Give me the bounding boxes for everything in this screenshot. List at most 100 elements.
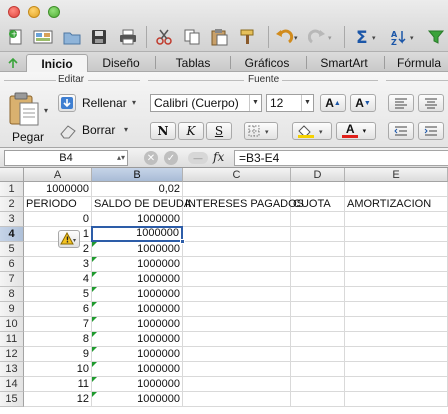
paste-icon[interactable] — [206, 26, 232, 48]
error-indicator-icon[interactable] — [92, 287, 97, 292]
cell-b6[interactable]: 1000000 — [92, 257, 183, 272]
error-indicator-icon[interactable] — [92, 347, 97, 352]
cell-d12[interactable] — [291, 347, 345, 362]
row-header[interactable]: 14 — [0, 377, 24, 392]
cell-d4[interactable] — [291, 227, 345, 242]
error-indicator-icon[interactable] — [92, 377, 97, 382]
row-header[interactable]: 2 — [0, 197, 24, 212]
cell-e9[interactable] — [345, 302, 448, 317]
cell-d1[interactable] — [291, 182, 345, 197]
row-header[interactable]: 8 — [0, 287, 24, 302]
row-header[interactable]: 9 — [0, 302, 24, 317]
formula-input[interactable]: =B3-E4 — [234, 150, 448, 166]
cell-a13[interactable]: 10 — [24, 362, 92, 377]
open-folder-icon[interactable] — [60, 26, 84, 48]
copy-icon[interactable] — [180, 26, 204, 48]
row-header[interactable]: 6 — [0, 257, 24, 272]
cell-a10[interactable]: 7 — [24, 317, 92, 332]
cell-b3[interactable]: 1000000 — [92, 212, 183, 227]
cell-e6[interactable] — [345, 257, 448, 272]
error-indicator-icon[interactable] — [92, 362, 97, 367]
cell-e1[interactable] — [345, 182, 448, 197]
tab-diseno[interactable]: Diseño — [90, 54, 152, 72]
cell-b4[interactable]: 1000000 — [91, 226, 183, 242]
cell-a6[interactable]: 3 — [24, 257, 92, 272]
spreadsheet-grid[interactable]: ! ▾ A B C D E 1 1000000 0,02 2 PERIODO SALDO DE DEU… — [0, 168, 448, 414]
tab-graficos[interactable]: Gráficos — [232, 54, 302, 72]
tab-tablas[interactable]: Tablas — [158, 54, 228, 72]
clear-label[interactable]: Borrar — [82, 123, 115, 137]
cell-d5[interactable] — [291, 242, 345, 257]
fill-down-icon[interactable] — [58, 94, 76, 112]
cell-c3[interactable] — [183, 212, 291, 227]
row-header[interactable]: 7 — [0, 272, 24, 287]
cancel-entry-icon[interactable]: ✕ — [144, 151, 158, 165]
fill-label[interactable]: Rellenar — [82, 96, 127, 110]
underline-button[interactable]: S — [206, 122, 232, 140]
close-window-button[interactable] — [8, 6, 20, 18]
row-header[interactable]: 13 — [0, 362, 24, 377]
cell-a11[interactable]: 8 — [24, 332, 92, 347]
cell-c11[interactable] — [183, 332, 291, 347]
cell-b9[interactable]: 1000000 — [92, 302, 183, 317]
column-header-a[interactable]: A — [24, 168, 92, 182]
cell-a2[interactable]: PERIODO — [24, 197, 92, 212]
indent-increase-button[interactable] — [418, 122, 444, 140]
name-box[interactable]: B4 ▴▾ — [4, 150, 128, 166]
grow-font-button[interactable]: A ▲ — [320, 94, 346, 112]
cell-d10[interactable] — [291, 317, 345, 332]
cell-c8[interactable] — [183, 287, 291, 302]
fill-handle[interactable] — [180, 239, 185, 244]
shrink-font-button[interactable]: A ▼ — [350, 94, 376, 112]
bold-button[interactable]: N — [150, 122, 176, 140]
undo-icon[interactable]: ▾ — [272, 26, 302, 48]
indent-decrease-button[interactable] — [388, 122, 414, 140]
column-header-e[interactable]: E — [345, 168, 448, 182]
cell-b10[interactable]: 1000000 — [92, 317, 183, 332]
cut-icon[interactable] — [152, 26, 176, 48]
cell-c14[interactable] — [183, 377, 291, 392]
cell-b2[interactable]: SALDO DE DEUDA — [92, 197, 191, 212]
cell-e13[interactable] — [345, 362, 448, 377]
templates-icon[interactable] — [30, 26, 56, 48]
cell-e12[interactable] — [345, 347, 448, 362]
cell-a9[interactable]: 6 — [24, 302, 92, 317]
cell-c12[interactable] — [183, 347, 291, 362]
cell-c9[interactable] — [183, 302, 291, 317]
cell-b15[interactable]: 1000000 — [92, 392, 183, 407]
row-header[interactable]: 15 — [0, 392, 24, 407]
cell-b1[interactable]: 0,02 — [92, 182, 183, 197]
cell-b13[interactable]: 1000000 — [92, 362, 183, 377]
cell-e4[interactable] — [345, 227, 448, 242]
cell-d13[interactable] — [291, 362, 345, 377]
cell-a12[interactable]: 9 — [24, 347, 92, 362]
font-name-select[interactable]: Calibri (Cuerpo) ▼ — [150, 94, 262, 112]
cell-a7[interactable]: 4 — [24, 272, 92, 287]
cell-a8[interactable]: 5 — [24, 287, 92, 302]
confirm-entry-icon[interactable]: ✓ — [164, 151, 178, 165]
cell-c15[interactable] — [183, 392, 291, 407]
cell-e15[interactable] — [345, 392, 448, 407]
error-warning-button[interactable]: ! ▾ — [58, 230, 80, 248]
fill-color-button[interactable]: ▾ — [292, 122, 332, 140]
cell-b14[interactable]: 1000000 — [92, 377, 183, 392]
cell-a1[interactable]: 1000000 — [24, 182, 92, 197]
autosum-icon[interactable]: Σ ▾ — [352, 26, 382, 48]
cell-e3[interactable] — [345, 212, 448, 227]
cell-b7[interactable]: 1000000 — [92, 272, 183, 287]
row-header[interactable]: 11 — [0, 332, 24, 347]
cell-c2[interactable]: INTERESES PAGADOS — [183, 197, 304, 212]
cell-d2[interactable]: CUOTA — [291, 197, 345, 212]
cell-b12[interactable]: 1000000 — [92, 347, 183, 362]
select-all-corner[interactable] — [0, 168, 24, 182]
row-header[interactable]: 12 — [0, 347, 24, 362]
italic-button[interactable]: K — [178, 122, 204, 140]
cell-d9[interactable] — [291, 302, 345, 317]
cell-c5[interactable] — [183, 242, 291, 257]
row-header[interactable]: 10 — [0, 317, 24, 332]
cell-b8[interactable]: 1000000 — [92, 287, 183, 302]
row-header[interactable]: 1 — [0, 182, 24, 197]
cell-d8[interactable] — [291, 287, 345, 302]
tab-smartart[interactable]: SmartArt — [308, 54, 380, 72]
cell-c4[interactable] — [183, 227, 291, 242]
